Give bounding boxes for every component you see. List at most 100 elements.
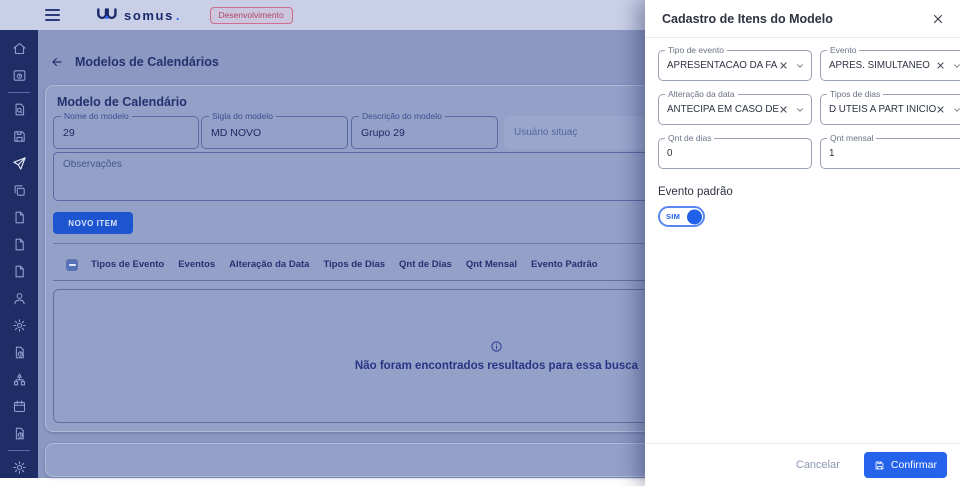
- sidebar-item-file[interactable]: [0, 258, 38, 285]
- field-value: 0: [667, 148, 673, 159]
- field-value: D UTEIS A PART INICIO: [828, 104, 937, 115]
- environment-badge: Desenvolvimento: [209, 6, 293, 24]
- evento-padrao-section: Evento padrão SIM: [658, 186, 947, 227]
- sidebar-item-file-clock[interactable]: [0, 339, 38, 366]
- cancel-button[interactable]: Cancelar: [796, 459, 840, 471]
- sidebar-item-person[interactable]: [0, 285, 38, 312]
- field-label: Descrição do modelo: [359, 111, 445, 122]
- somus-logo-icon: [96, 8, 118, 22]
- sidebar-item-gear[interactable]: [0, 312, 38, 339]
- sidebar-item-file[interactable]: [0, 231, 38, 258]
- field-value: Grupo 29: [361, 126, 405, 139]
- logo-text: somus: [124, 7, 174, 23]
- file-clock-icon: [12, 426, 27, 441]
- info-icon: [490, 340, 503, 353]
- save-icon: [874, 460, 885, 471]
- field-value: APRES. SIMULTANEO: [828, 60, 930, 71]
- send-icon: [12, 156, 27, 171]
- sidebar-item-copy[interactable]: [0, 177, 38, 204]
- field-label: Alteração da data: [665, 89, 738, 99]
- sidebar-divider: [8, 450, 30, 451]
- sidebar-item-send[interactable]: [0, 150, 38, 177]
- field-value: 29: [63, 126, 75, 139]
- toggle-knob-icon: [687, 209, 702, 224]
- back-button[interactable]: [50, 55, 64, 69]
- cadastro-itens-drawer: Cadastro de Itens do Modelo Tipo de even…: [645, 0, 960, 486]
- field-label: Sigla do modelo: [209, 111, 276, 122]
- app-window: somus. Desenvolvimento Modelos de Calend…: [0, 0, 960, 486]
- field-label: Qnt de dias: [665, 133, 715, 143]
- column-header: Alteração da Data: [229, 259, 310, 270]
- column-header: Tipos de Evento: [91, 259, 165, 270]
- sidebar-item-file-search[interactable]: [0, 96, 38, 123]
- column-header: Eventos: [178, 259, 216, 270]
- clear-icon[interactable]: [936, 61, 945, 70]
- sidebar-item-calendar[interactable]: [0, 393, 38, 420]
- confirm-label: Confirmar: [890, 459, 937, 471]
- logo-dot: .: [175, 7, 180, 23]
- drawer-body: Tipo de evento APRESENTACAO DA FA Evento…: [645, 38, 960, 227]
- column-header: Evento Padrão: [531, 259, 598, 270]
- file-icon: [12, 264, 27, 279]
- back-arrow-icon: [50, 55, 64, 69]
- field-label: Evento: [826, 45, 860, 55]
- field-value: 1: [828, 148, 835, 159]
- sidebar-item-home[interactable]: [0, 35, 38, 62]
- sigla-do-modelo-field[interactable]: Sigla do modelo MD NOVO: [201, 111, 348, 149]
- drawer-title: Cadastro de Itens do Modelo: [662, 11, 833, 26]
- calendar-icon: [12, 399, 27, 414]
- confirm-button[interactable]: Confirmar: [863, 452, 947, 478]
- chevron-down-icon[interactable]: [952, 61, 960, 71]
- close-icon: [932, 13, 944, 25]
- file-icon: [12, 210, 27, 225]
- hamburger-menu-icon[interactable]: [45, 9, 60, 21]
- save-icon: [12, 129, 27, 144]
- tipos-de-dias-select[interactable]: Tipos de dias D UTEIS A PART INICIO: [819, 89, 960, 125]
- select-all-checkbox[interactable]: [66, 258, 78, 271]
- sidebar-item-file-clock[interactable]: [0, 420, 38, 447]
- clear-icon[interactable]: [779, 61, 788, 70]
- file-clock-icon: [12, 345, 27, 360]
- sidebar-item-file[interactable]: [0, 204, 38, 231]
- field-label: Tipo de evento: [665, 45, 727, 55]
- chevron-down-icon[interactable]: [952, 105, 960, 115]
- evento-padrao-toggle[interactable]: SIM: [658, 206, 705, 227]
- table-columns: Tipos de Evento Eventos Alteração da Data T…: [91, 259, 598, 270]
- qnt-mensal-input[interactable]: Qnt mensal 1: [819, 133, 960, 169]
- chevron-down-icon[interactable]: [795, 105, 805, 115]
- field-value: MD NOVO: [211, 126, 262, 139]
- sidebar-item-hierarchy[interactable]: [0, 366, 38, 393]
- field-label: Nome do modelo: [61, 111, 132, 122]
- chevron-down-icon[interactable]: [795, 61, 805, 71]
- column-header: Qnt Mensal: [465, 259, 518, 270]
- clear-icon[interactable]: [936, 105, 945, 114]
- nome-do-modelo-field[interactable]: Nome do modelo 29: [53, 111, 199, 149]
- column-header: Tipos de Dias: [323, 259, 386, 270]
- empty-message: Não foram encontrados resultados para es…: [354, 360, 639, 372]
- novo-item-button[interactable]: NOVO ITEM: [53, 212, 133, 234]
- sidebar: [0, 30, 38, 478]
- sidebar-item-settings[interactable]: [0, 454, 38, 481]
- gear-icon: [12, 318, 27, 333]
- person-icon: [12, 291, 27, 306]
- sidebar-item-panel-clock[interactable]: [0, 62, 38, 89]
- page-title: Modelos de Calendários: [75, 55, 219, 69]
- evento-select[interactable]: Evento APRES. SIMULTANEO: [819, 45, 960, 81]
- field-label: Usuário situaç: [514, 127, 578, 138]
- field-value: APRESENTACAO DA FA: [667, 60, 778, 71]
- copy-icon: [12, 183, 27, 198]
- toggle-value: SIM: [666, 212, 681, 221]
- close-button[interactable]: [930, 11, 946, 27]
- drawer-footer: Cancelar Confirmar: [645, 443, 960, 486]
- descricao-do-modelo-field[interactable]: Descrição do modelo Grupo 29: [351, 111, 498, 149]
- clear-icon[interactable]: [779, 105, 788, 114]
- gear-icon: [12, 460, 27, 475]
- alteracao-da-data-select[interactable]: Alteração da data ANTECIPA EM CASO DE: [658, 89, 812, 125]
- sidebar-nav: [0, 35, 38, 447]
- field-value: ANTECIPA EM CASO DE: [667, 104, 779, 115]
- sidebar-item-save[interactable]: [0, 123, 38, 150]
- qnt-de-dias-input[interactable]: Qnt de dias 0: [658, 133, 812, 169]
- brand-logo: somus.: [96, 8, 180, 23]
- tipo-de-evento-select[interactable]: Tipo de evento APRESENTACAO DA FA: [658, 45, 812, 81]
- breadcrumb: Modelos de Calendários: [50, 55, 219, 69]
